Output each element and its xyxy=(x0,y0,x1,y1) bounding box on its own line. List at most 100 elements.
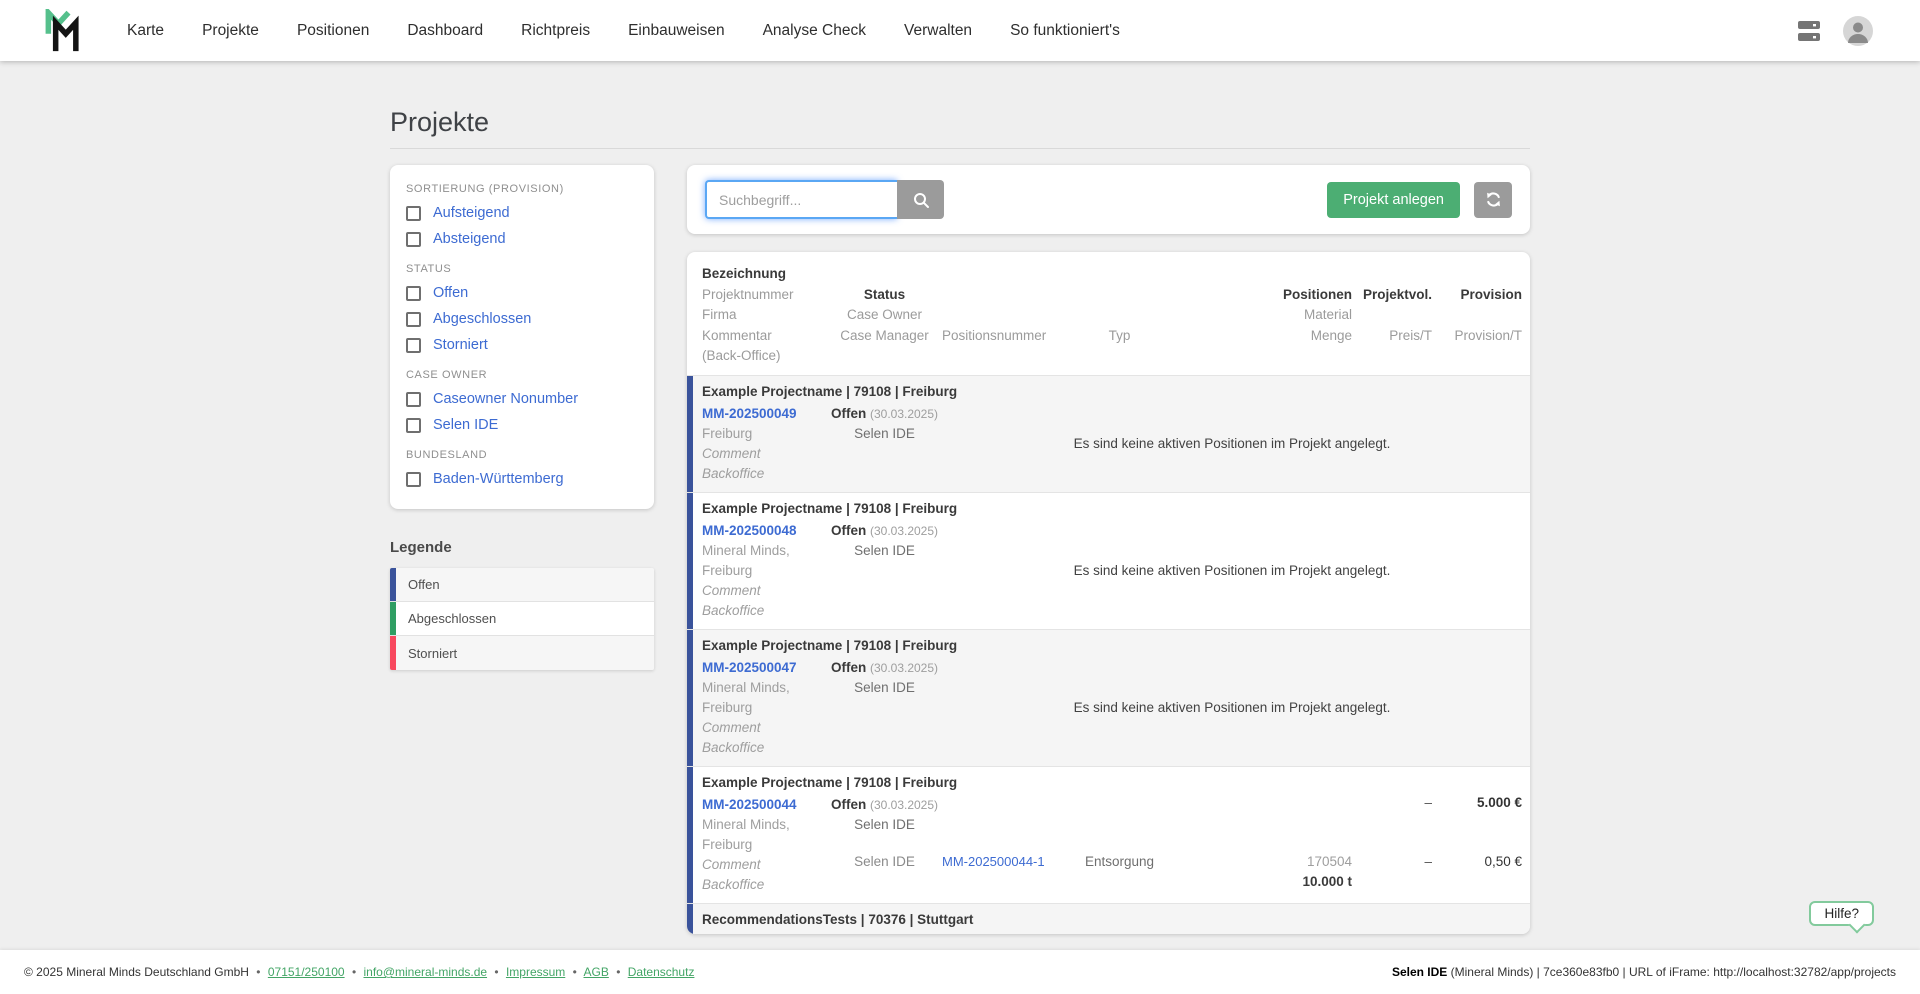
checkbox-offen[interactable] xyxy=(406,286,421,301)
case-owner-value: Selen IDE xyxy=(827,424,942,444)
checkbox-abgeschlossen[interactable] xyxy=(406,312,421,327)
user-menu-button[interactable] xyxy=(1842,15,1874,47)
case-owner-value: Selen IDE xyxy=(827,541,942,561)
header-col-bezeichnung: Bezeichnung Projektnummer Firma Kommenta… xyxy=(702,266,827,369)
project-row[interactable]: Example Projectname | 79108 | Freiburg M… xyxy=(687,492,1530,629)
project-row[interactable]: Example Projectname | 79108 | Freiburg M… xyxy=(687,375,1530,492)
search-button[interactable] xyxy=(897,180,944,219)
nav-item-verwalten[interactable]: Verwalten xyxy=(885,22,991,40)
status-date: (30.03.2025) xyxy=(870,524,938,538)
nav-item-richtpreis[interactable]: Richtpreis xyxy=(502,22,609,40)
comment-line: Comment xyxy=(702,444,827,464)
footer-separator: • xyxy=(573,965,577,979)
filter-option-label: Baden-Württemberg xyxy=(433,471,564,487)
refresh-button[interactable] xyxy=(1474,182,1512,218)
top-nav: Karte Projekte Positionen Dashboard Rich… xyxy=(0,0,1920,61)
status-date: (30.03.2025) xyxy=(870,407,938,421)
project-number-link[interactable]: MM-202500044 xyxy=(702,795,827,815)
legend-label: Offen xyxy=(408,577,440,592)
checkbox-aufsteigend[interactable] xyxy=(406,206,421,221)
header-col-typ: Typ xyxy=(1062,266,1177,369)
filter-option-offen[interactable]: Offen xyxy=(406,285,638,301)
comment-line: Comment xyxy=(702,855,827,875)
filter-card: SORTIERUNG (PROVISION) Aufsteigend Abste… xyxy=(390,165,654,509)
header-col-provision: Provision Provision/T xyxy=(1432,266,1522,369)
filter-section-label-bundesland: BUNDESLAND xyxy=(406,449,638,461)
checkbox-absteigend[interactable] xyxy=(406,232,421,247)
title-divider xyxy=(390,148,1530,149)
backoffice-line: Backoffice xyxy=(702,601,827,621)
company-line: Mineral Minds, xyxy=(702,815,827,835)
footer-link-agb[interactable]: AGB xyxy=(584,965,609,979)
checkbox-storniert[interactable] xyxy=(406,338,421,353)
search-toolbar: Projekt anlegen xyxy=(687,165,1530,234)
footer-separator: • xyxy=(256,965,260,979)
nav-item-dashboard[interactable]: Dashboard xyxy=(388,22,502,40)
footer-link-datenschutz[interactable]: Datenschutz xyxy=(628,965,695,979)
help-button[interactable]: Hilfe? xyxy=(1809,901,1874,926)
header-col-positionsnummer: Positionsnummer xyxy=(942,266,1062,369)
legend-item-abgeschlossen: Abgeschlossen xyxy=(390,602,654,636)
table-header: Bezeichnung Projektnummer Firma Kommenta… xyxy=(687,252,1530,375)
server-menu-button[interactable] xyxy=(1794,16,1824,46)
footer-link-phone[interactable]: 07151/250100 xyxy=(268,965,345,979)
nav-item-analyse-check[interactable]: Analyse Check xyxy=(744,22,885,40)
filter-option-baden-wuerttemberg[interactable]: Baden-Württemberg xyxy=(406,471,638,487)
app-logo[interactable] xyxy=(44,9,82,53)
footer-link-email[interactable]: info@mineral-minds.de xyxy=(363,965,487,979)
refresh-icon xyxy=(1485,191,1502,208)
backoffice-line: Backoffice xyxy=(702,875,827,895)
nav-item-einbauweisen[interactable]: Einbauweisen xyxy=(609,22,744,40)
nav-item-projekte[interactable]: Projekte xyxy=(183,22,278,40)
status-bar-offen xyxy=(687,630,693,766)
footer-session-text: (Mineral Minds) | 7ce360e83fb0 | URL of … xyxy=(1447,965,1896,979)
filter-option-aufsteigend[interactable]: Aufsteigend xyxy=(406,205,638,221)
backoffice-line: Backoffice xyxy=(702,464,827,484)
project-row[interactable]: Example Projectname | 79108 | Freiburg M… xyxy=(687,629,1530,766)
case-owner-value: Selen IDE xyxy=(827,815,942,835)
status-date: (30.03.2025) xyxy=(870,798,938,812)
filter-option-caseowner-nonumber[interactable]: Caseowner Nonumber xyxy=(406,391,638,407)
legend-title: Legende xyxy=(390,539,654,556)
company-line: Mineral Minds, xyxy=(702,678,827,698)
checkbox-caseowner-nonumber[interactable] xyxy=(406,392,421,407)
header-col-status: Status Case Owner Case Manager xyxy=(827,266,942,369)
company-line: Mineral Minds, xyxy=(702,541,827,561)
filter-section-label-sortierung: SORTIERUNG (PROVISION) xyxy=(406,183,638,195)
footer-link-impressum[interactable]: Impressum xyxy=(506,965,565,979)
nav-item-karte[interactable]: Karte xyxy=(108,22,183,40)
checkbox-selen-ide[interactable] xyxy=(406,418,421,433)
comment-line: Comment xyxy=(702,581,827,601)
filter-option-storniert[interactable]: Storniert xyxy=(406,337,638,353)
footer-separator: • xyxy=(494,965,498,979)
footer-user: Selen IDE xyxy=(1392,965,1447,979)
filter-option-selen-ide[interactable]: Selen IDE xyxy=(406,417,638,433)
filter-option-label: Abgeschlossen xyxy=(433,311,531,327)
project-title: Example Projectname | 79108 | Freiburg xyxy=(702,376,1522,404)
project-number-link[interactable]: MM-202500049 xyxy=(702,404,827,424)
footer-left: © 2025 Mineral Minds Deutschland GmbH • … xyxy=(24,965,694,979)
header-col-projektvol: Projektvol. Preis/T xyxy=(1352,266,1432,369)
search-input[interactable] xyxy=(705,180,897,219)
status-value: Offen (30.03.2025) xyxy=(827,404,942,424)
project-row[interactable]: Example Projectname | 79108 | Freiburg M… xyxy=(687,766,1530,903)
project-row[interactable]: RecommendationsTests | 70376 | Stuttgart… xyxy=(687,903,1530,935)
position-number-link[interactable]: MM-202500044-1 xyxy=(942,854,1045,869)
project-number-link[interactable]: MM-202500047 xyxy=(702,658,827,678)
checkbox-baden-wuerttemberg[interactable] xyxy=(406,472,421,487)
no-positions-message: Es sind keine aktiven Positionen im Proj… xyxy=(942,563,1522,578)
project-number-link[interactable]: MM-202500048 xyxy=(702,521,827,541)
filter-option-absteigend[interactable]: Absteigend xyxy=(406,231,638,247)
comment-line: Comment xyxy=(702,718,827,738)
filter-option-label: Selen IDE xyxy=(433,417,498,433)
status-value: Offen (30.03.2025) xyxy=(827,932,942,935)
position-case-manager: Selen IDE xyxy=(827,852,942,895)
position-material: 170504 xyxy=(1177,852,1352,872)
create-project-button[interactable]: Projekt anlegen xyxy=(1327,182,1460,218)
nav-item-positionen[interactable]: Positionen xyxy=(278,22,388,40)
position-material-menge: 170504 10.000 t xyxy=(1177,852,1352,895)
filter-option-abgeschlossen[interactable]: Abgeschlossen xyxy=(406,311,638,327)
footer-session-info: Selen IDE (Mineral Minds) | 7ce360e83fb0… xyxy=(1392,965,1896,979)
filter-sidebar: SORTIERUNG (PROVISION) Aufsteigend Abste… xyxy=(390,165,654,934)
nav-item-so-funktionierts[interactable]: So funktioniert's xyxy=(991,22,1139,40)
